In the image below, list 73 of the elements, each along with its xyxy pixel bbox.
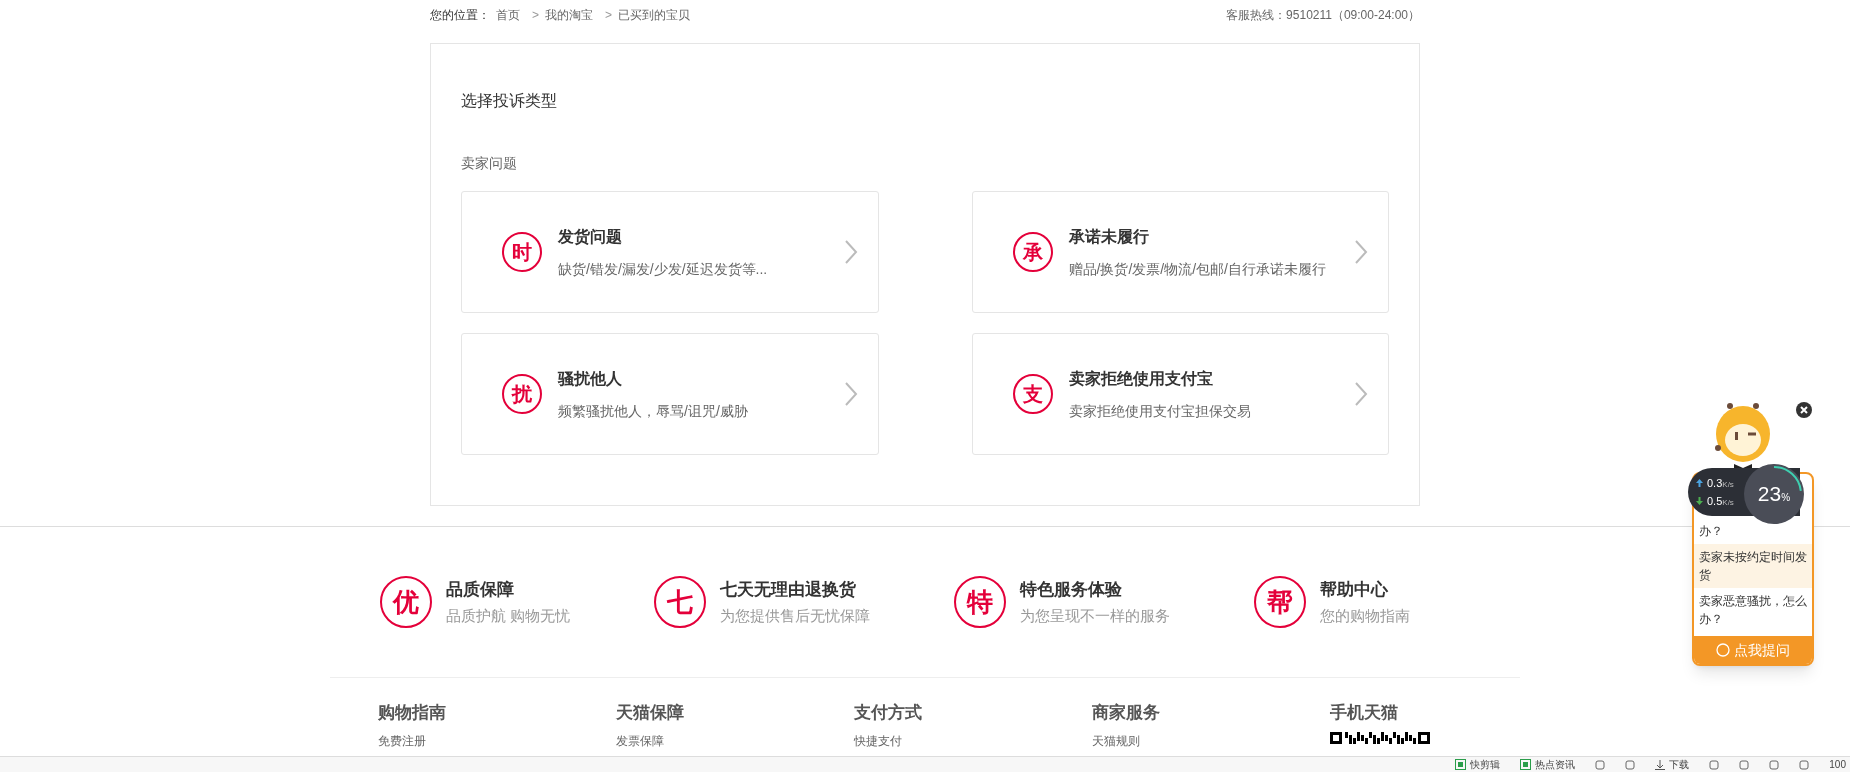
- speed-reading: 0.3K/s: [1707, 475, 1734, 491]
- option-badge: 时: [502, 232, 542, 272]
- assistant-question[interactable]: 卖家恶意骚扰，怎么办？: [1694, 588, 1812, 632]
- footer-heading: 商家服务: [1092, 702, 1161, 724]
- option-badge: 支: [1012, 374, 1053, 414]
- toolbar-icon[interactable]: [1709, 759, 1720, 770]
- service-title: 七天无理由退换货: [720, 579, 858, 601]
- service-title: 帮助中心: [1320, 579, 1389, 601]
- breadcrumb-link[interactable]: 我的淘宝: [545, 6, 593, 24]
- close-icon[interactable]: [1796, 402, 1812, 418]
- footer-heading: 手机天猫: [1330, 702, 1399, 724]
- footer-heading: 购物指南: [378, 702, 447, 724]
- download-icon: [1655, 759, 1666, 770]
- zoom-level[interactable]: 100: [1829, 758, 1846, 771]
- toolbar-icon[interactable]: [1739, 759, 1750, 770]
- complaint-option-card[interactable]: 支 卖家拒绝使用支付宝 卖家拒绝使用支付宝担保交易: [971, 333, 1389, 455]
- chevron-right-icon: [843, 381, 858, 407]
- service-badge: 七: [654, 576, 707, 628]
- option-title: 发货问题: [558, 226, 623, 248]
- section-label: 卖家问题: [461, 154, 518, 173]
- app-icon: [1455, 759, 1467, 770]
- status-bar-app[interactable]: 快剪辑: [1470, 758, 1501, 771]
- option-description: 卖家拒绝使用支付宝担保交易: [1068, 401, 1252, 421]
- chevron-right-icon: [1354, 381, 1368, 407]
- footer-link[interactable]: 发票保障: [616, 731, 854, 750]
- option-description: 缺货/错发/漏发/少发/延迟发货等...: [558, 259, 769, 279]
- footer-link[interactable]: 免费注册: [378, 731, 616, 750]
- service-badge: 帮: [1254, 576, 1306, 628]
- breadcrumb-separator: >: [532, 7, 539, 24]
- footer-link[interactable]: 天猫规则: [1092, 731, 1330, 750]
- up-arrow-icon: [1696, 478, 1703, 487]
- chevron-right-icon: [843, 239, 858, 265]
- complaint-option-card[interactable]: 扰 骚扰他人 频繁骚扰他人，辱骂/诅咒/威胁: [461, 333, 879, 455]
- service-badge: 优: [380, 576, 432, 628]
- service-description: 为您提供售后无忧保障: [720, 605, 871, 626]
- option-badge: 承: [1012, 232, 1053, 272]
- assistant-question[interactable]: 办？: [1694, 518, 1812, 544]
- toolbar-icon[interactable]: [1595, 759, 1606, 770]
- option-description: 频繁骚扰他人，辱骂/诅咒/威胁: [558, 401, 749, 421]
- service-title: 品质保障: [446, 579, 515, 601]
- toolbar-icon[interactable]: [1799, 759, 1810, 770]
- breadcrumb-link[interactable]: 首页: [496, 6, 520, 24]
- service-badge: 特: [954, 576, 1007, 628]
- option-description: 赠品/换货/发票/物流/包邮/自行承诺未履行: [1068, 259, 1327, 279]
- service-description: 品质护航 购物无忧: [446, 605, 571, 626]
- panel-title: 选择投诉类型: [461, 91, 558, 111]
- service-description: 为您呈现不一样的服务: [1020, 605, 1171, 626]
- download-button[interactable]: 下载: [1669, 758, 1690, 771]
- toolbar-icon[interactable]: [1769, 759, 1780, 770]
- breadcrumb-separator: >: [605, 7, 613, 24]
- option-title: 卖家拒绝使用支付宝: [1068, 368, 1214, 389]
- usage-percent: 23%: [1757, 481, 1791, 508]
- breadcrumb-link[interactable]: 已买到的宝贝: [618, 6, 691, 24]
- chevron-right-icon: [1354, 239, 1368, 265]
- speed-reading: 0.5K/s: [1707, 494, 1734, 509]
- complaint-option-card[interactable]: 承 承诺未履行 赠品/换货/发票/物流/包邮/自行承诺未履行: [971, 191, 1389, 313]
- hotline-text: 客服热线：9510211（09:00-24:00）: [1226, 7, 1420, 24]
- status-bar-app[interactable]: 热点资讯: [1535, 758, 1576, 771]
- service-title: 特色服务体验: [1020, 579, 1124, 601]
- down-arrow-icon: [1696, 497, 1703, 506]
- footer-link[interactable]: 快捷支付: [854, 731, 1092, 750]
- qr-code-icon: [1330, 731, 1430, 744]
- app-icon: [1520, 759, 1532, 770]
- toolbar-icon[interactable]: [1625, 759, 1636, 770]
- assistant-question[interactable]: 卖家未按约定时间发货: [1694, 544, 1812, 588]
- footer-heading: 天猫保障: [616, 702, 685, 724]
- service-description: 您的购物指南: [1320, 605, 1410, 626]
- complaint-option-card[interactable]: 时 发货问题 缺货/错发/漏发/少发/延迟发货等...: [461, 191, 879, 313]
- option-title: 骚扰他人: [558, 368, 623, 389]
- breadcrumb-label: 您的位置：: [430, 7, 490, 24]
- option-title: 承诺未履行: [1068, 226, 1150, 247]
- option-badge: 扰: [502, 374, 542, 414]
- footer-heading: 支付方式: [854, 702, 923, 724]
